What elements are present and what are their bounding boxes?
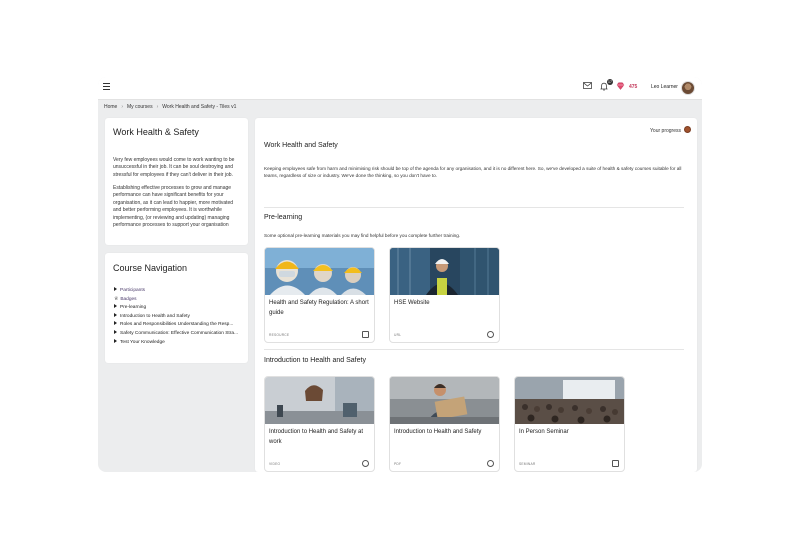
tile-type-label: RESOURCE [269, 333, 290, 337]
avatar[interactable] [681, 81, 695, 95]
caret-right-icon [114, 329, 117, 334]
notification-badge: 17 [607, 79, 613, 85]
nav-item-pre-learning[interactable]: Pre-learning [114, 304, 244, 313]
caret-right-icon [114, 304, 117, 308]
completion-checkbox[interactable] [612, 460, 619, 467]
breadcrumb-my-courses[interactable]: My courses [127, 104, 153, 110]
course-navigation-title: Course Navigation [113, 263, 188, 273]
nav-item-safety-communication[interactable]: Safety Communication: Effective Communic… [114, 329, 244, 338]
breadcrumb: Home › My courses › Work Health and Safety -… [104, 104, 237, 110]
caret-right-icon [114, 312, 117, 317]
tile-type-label: VIDEO [269, 462, 281, 466]
section-title-introduction: Introduction to Health and Safety [264, 357, 366, 364]
summary-paragraph-2: Establishing effective processes to grow… [113, 185, 234, 229]
completion-checkbox[interactable] [362, 460, 369, 467]
progress-indicator-icon [684, 126, 691, 133]
course-intro: Keeping employees safe from harm and min… [264, 166, 682, 178]
hamburger-icon[interactable] [103, 83, 110, 90]
completion-checkbox[interactable] [362, 331, 369, 338]
course-navigation-card: Course Navigation Participants ♕ Badges P… [105, 253, 248, 363]
nav-item-participants[interactable]: Participants [114, 287, 244, 296]
breadcrumb-current: Work Health and Safety - Tiles v1 [162, 104, 237, 110]
activity-tile[interactable]: Health and Safety Regulation: A short gu… [264, 247, 375, 343]
tile-image-warehouse-worker [390, 377, 499, 424]
section-title-pre-learning: Pre-learning [264, 214, 303, 221]
caret-right-icon [114, 339, 117, 343]
points-count: 475 [629, 84, 638, 90]
tile-image-seminar-room [515, 377, 624, 424]
summary-title: Work Health & Safety [113, 127, 199, 137]
tile-image-lab-scientist [265, 377, 374, 424]
tile-title: Introduction to Health and Safety at wor… [269, 429, 364, 445]
course-navigation-list: Participants ♕ Badges Pre-learning Introd… [114, 287, 244, 348]
nav-item-roles[interactable]: Roles and Responsibilities Understanding… [114, 321, 244, 330]
gem-icon [615, 82, 625, 92]
activity-tile[interactable]: Introduction to Health and Safety PDF [389, 376, 500, 472]
badge-icon: ♕ [114, 296, 119, 302]
tile-image-lab-workers [265, 248, 374, 295]
activity-tile[interactable]: In Person Seminar SEMINAR [514, 376, 625, 472]
section-divider [264, 207, 684, 208]
course-summary-card: Work Health & Safety Very few employees … [105, 118, 248, 245]
course-progress: Your progress [650, 126, 691, 134]
tile-type-label: PDF [394, 462, 402, 466]
caret-right-icon [114, 287, 117, 291]
main-content-card: Your progress Work Health and Safety Kee… [255, 118, 697, 472]
app-window: 17 475 Leo Learner Home › My courses › Work … [98, 77, 702, 472]
completion-checkbox[interactable] [487, 460, 494, 467]
envelope-icon[interactable] [582, 82, 592, 92]
completion-checkbox[interactable] [487, 331, 494, 338]
tile-title: HSE Website [394, 300, 430, 306]
section-divider [264, 349, 684, 350]
tile-type-label: SEMINAR [519, 462, 536, 466]
section-subtitle-pre-learning: Some optional pre-learning materials you… [264, 233, 461, 238]
caret-right-icon [114, 321, 117, 325]
page-title: Work Health and Safety [264, 142, 338, 149]
summary-paragraph-1: Very few employees would come to work wa… [113, 157, 235, 178]
top-navbar: 17 475 Leo Learner [98, 77, 702, 100]
tile-type-label: URL [394, 333, 402, 337]
bell-icon[interactable]: 17 [599, 79, 613, 92]
nav-item-test-knowledge[interactable]: Test Your Knowledge [114, 339, 244, 348]
activity-tile[interactable]: HSE Website URL [389, 247, 500, 343]
breadcrumb-home[interactable]: Home [104, 104, 117, 110]
tile-title: In Person Seminar [519, 429, 569, 435]
tile-image-safety-worker [390, 248, 499, 295]
tile-title: Health and Safety Regulation: A short gu… [269, 300, 369, 316]
user-name[interactable]: Leo Learner [651, 84, 678, 90]
nav-item-introduction[interactable]: Introduction to Health and Safety [114, 312, 244, 322]
activity-tile[interactable]: Introduction to Health and Safety at wor… [264, 376, 375, 472]
tile-title: Introduction to Health and Safety [394, 429, 482, 435]
nav-item-badges[interactable]: ♕ Badges [114, 296, 244, 305]
